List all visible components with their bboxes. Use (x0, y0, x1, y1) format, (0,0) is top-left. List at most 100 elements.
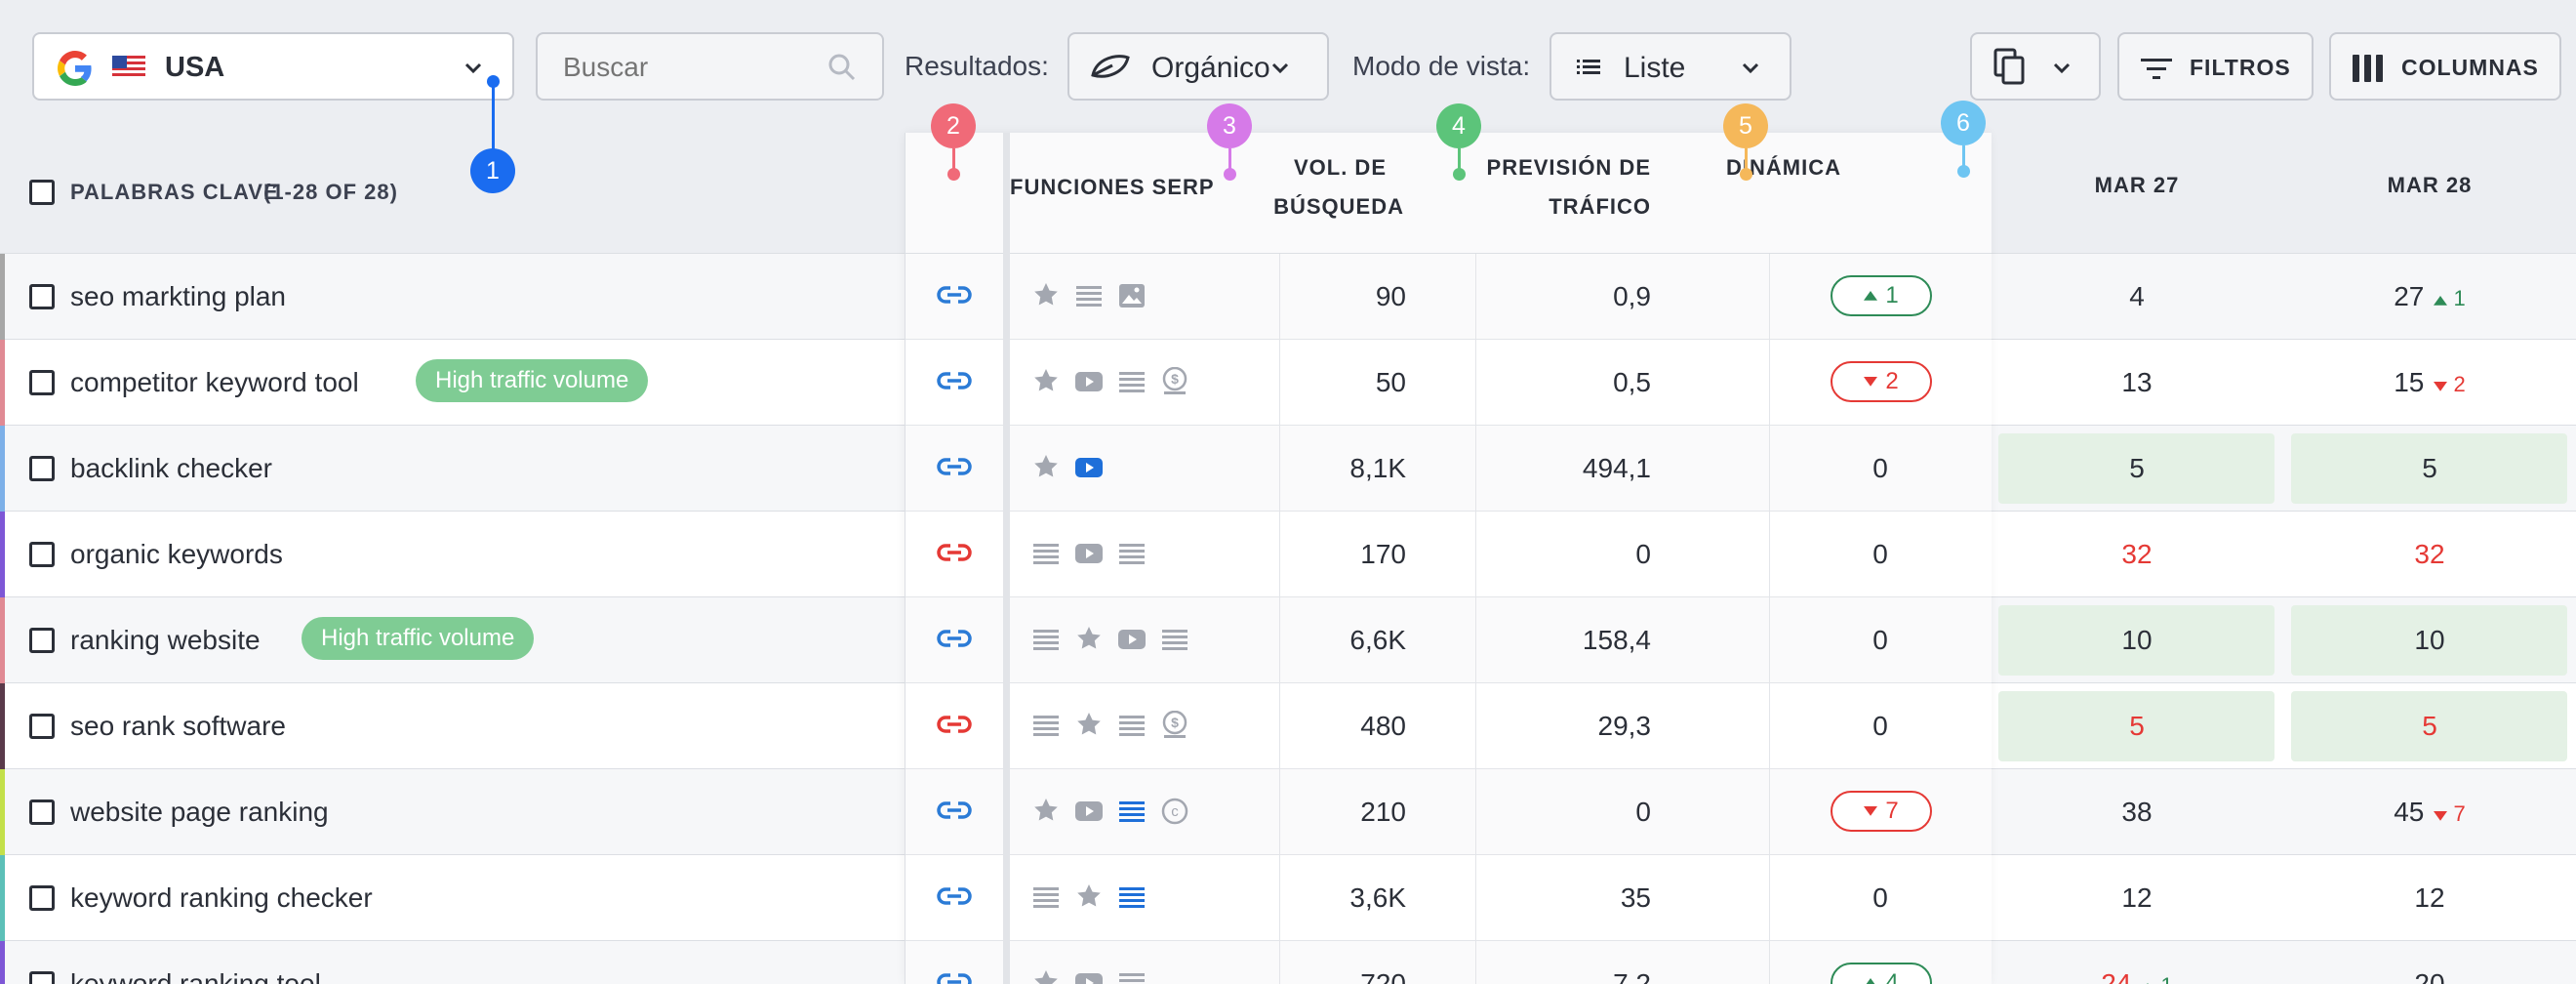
row-color-stripe (0, 340, 5, 426)
link-icon[interactable] (937, 799, 972, 822)
keyword-text[interactable]: keyword ranking checker (70, 882, 373, 914)
arrow-down-icon (1864, 377, 1878, 387)
svg-text:$: $ (1171, 715, 1179, 730)
search-icon[interactable] (826, 52, 858, 83)
link-icon[interactable] (937, 884, 972, 908)
row-color-stripe (0, 512, 5, 597)
arrow-down-icon (2434, 811, 2448, 821)
row-checkbox[interactable] (29, 885, 55, 911)
position-mar28: 45 7 (2394, 797, 2466, 827)
search-volume: 8,1K (1349, 453, 1406, 483)
metrics-panel: FUNCIONES SERP VOL. DE BÚSQUEDA PREVISIÓ… (905, 133, 1992, 984)
row-checkbox[interactable] (29, 542, 55, 567)
chevron-down-icon (2053, 62, 2071, 74)
keyword-text[interactable]: organic keywords (70, 539, 283, 570)
filters-button[interactable]: FILTROS (2117, 32, 2314, 101)
volume-header-line2[interactable]: BÚSQUEDA (1240, 187, 1404, 226)
position-mar27: 4 (2129, 281, 2145, 311)
forecast-header-line2[interactable]: TRÁFICO (1475, 187, 1651, 226)
search-input[interactable] (563, 48, 817, 87)
dynamics-badge: 2 (1831, 361, 1932, 402)
traffic-forecast: 35 (1620, 882, 1651, 913)
link-icon[interactable] (937, 541, 972, 564)
keyword-text[interactable]: competitor keyword tool (70, 367, 359, 398)
lines-icon (1119, 716, 1145, 736)
search-volume: 720 (1360, 968, 1406, 984)
columns-button[interactable]: COLUMNAS (2329, 32, 2561, 101)
row-checkbox[interactable] (29, 456, 55, 481)
metrics-row: $50 0,5 2 (906, 340, 1992, 426)
keyword-text[interactable]: keyword ranking tool (70, 968, 321, 984)
position-mar27: 10 (2121, 625, 2153, 655)
date-header-mar27[interactable]: MAR 27 (2049, 166, 2225, 205)
select-all-checkbox[interactable] (29, 180, 55, 205)
high-traffic-badge: High traffic volume (416, 359, 649, 402)
lines-icon (1162, 630, 1187, 650)
coin-icon: $ (1162, 711, 1187, 738)
metrics-row: 6,6K 158,4 0 (906, 597, 1992, 683)
row-color-stripe (0, 426, 5, 512)
position-mar28: 27 1 (2394, 281, 2466, 311)
keyword-text[interactable]: ranking website (70, 625, 261, 656)
row-checkbox[interactable] (29, 370, 55, 395)
search-volume: 50 (1375, 367, 1406, 397)
country-selector[interactable]: USA (32, 32, 514, 101)
link-icon[interactable] (937, 455, 972, 478)
arrow-up-icon (2434, 296, 2448, 306)
lines-icon (1119, 973, 1145, 982)
row-checkbox[interactable] (29, 971, 55, 984)
high-traffic-badge: High traffic volume (302, 617, 535, 660)
copy-dropdown-button[interactable] (1970, 32, 2101, 101)
link-icon[interactable] (937, 970, 972, 984)
date-header-mar28[interactable]: MAR 28 (2342, 166, 2517, 205)
keywords-header-label[interactable]: PALABRAS CLAVE (70, 180, 279, 205)
results-dropdown[interactable]: Orgánico (1067, 32, 1329, 101)
image-icon (1119, 284, 1145, 308)
filter-icon (2141, 59, 2172, 79)
copy-icon (1993, 48, 2025, 85)
row-checkbox[interactable] (29, 800, 55, 825)
link-icon[interactable] (937, 283, 972, 307)
row-checkbox[interactable] (29, 714, 55, 739)
row-color-stripe (0, 683, 5, 769)
keyword-text[interactable]: website page ranking (70, 797, 329, 828)
view-mode-dropdown[interactable]: Liste (1550, 32, 1791, 101)
us-flag-icon (112, 56, 145, 79)
metrics-row: c 210 0 7 (906, 769, 1992, 855)
row-checkbox[interactable] (29, 284, 55, 309)
copyright-icon: c (1161, 798, 1188, 825)
marker-number: 3 (1207, 103, 1252, 148)
row-color-stripe (0, 597, 5, 683)
keyword-text[interactable]: seo markting plan (70, 281, 286, 312)
traffic-forecast: 7,2 (1613, 968, 1651, 984)
view-mode-value: Liste (1624, 52, 1686, 84)
position-mar27: 24 1 (2049, 968, 2225, 984)
dynamics-value: 0 (1872, 539, 1888, 569)
view-mode-label: Modo de vista: (1352, 51, 1531, 81)
volume-header-line1[interactable]: VOL. DE (1279, 148, 1387, 187)
search-volume: 480 (1360, 711, 1406, 741)
marker-number: 6 (1941, 101, 1986, 145)
toolbar: USA Resultados: Orgánico Modo de vista: … (0, 0, 2576, 133)
link-icon[interactable] (937, 627, 972, 650)
star-icon (1034, 283, 1058, 306)
row-checkbox[interactable] (29, 628, 55, 653)
dynamics-header[interactable]: DINÁMICA (1715, 148, 1852, 187)
keyword-text[interactable]: backlink checker (70, 453, 272, 484)
serp-header[interactable]: FUNCIONES SERP (1010, 168, 1214, 207)
link-icon[interactable] (937, 369, 972, 392)
traffic-forecast: 29,3 (1597, 711, 1652, 741)
lines-icon (1076, 286, 1102, 307)
position-mar27: 5 (2129, 453, 2145, 483)
link-icon[interactable] (937, 713, 972, 736)
lines-icon (1033, 630, 1059, 650)
search-field[interactable] (536, 32, 884, 101)
position-mar27: 5 (2129, 711, 2145, 741)
keyword-text[interactable]: seo rank software (70, 711, 286, 742)
position-mar28: 10 (2414, 625, 2445, 655)
dynamics-badge: 1 (1831, 275, 1932, 316)
star-icon (1077, 713, 1101, 735)
forecast-header-line1[interactable]: PREVISIÓN DE (1475, 148, 1651, 187)
lines-icon (1033, 887, 1059, 908)
arrow-up-icon (1867, 978, 1875, 984)
